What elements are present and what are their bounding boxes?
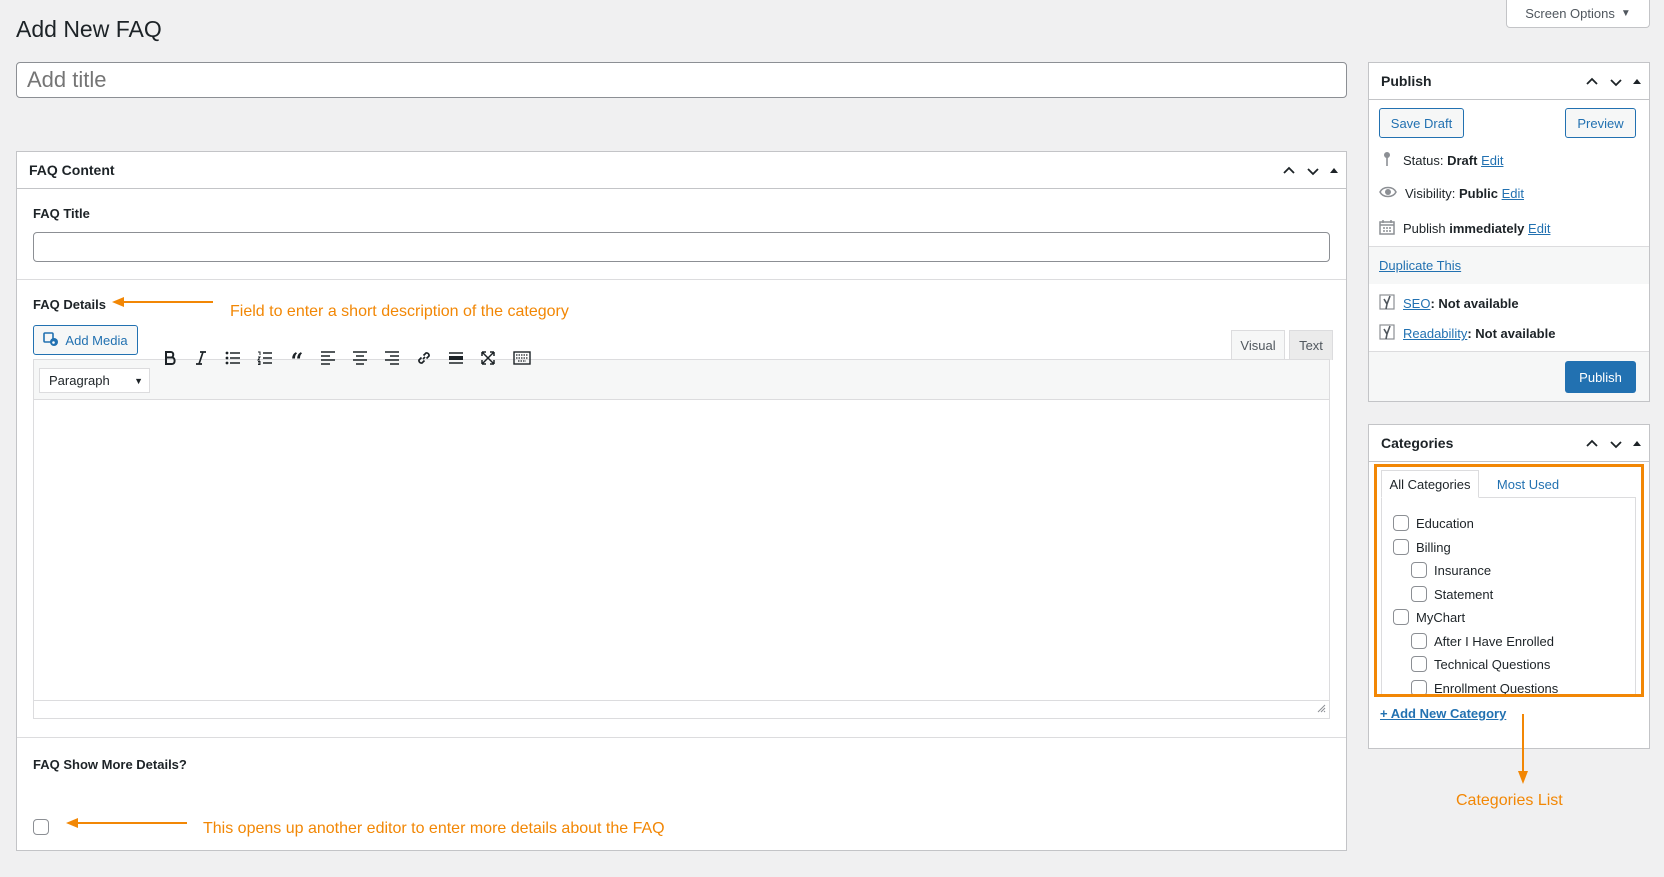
publish-value: immediately (1449, 221, 1525, 236)
align-center-icon[interactable] (350, 348, 370, 368)
bullet-list-icon[interactable] (223, 348, 243, 368)
fullscreen-icon[interactable] (478, 348, 498, 368)
post-title-input[interactable] (16, 62, 1347, 98)
readability-row: Readability: Not available (1379, 323, 1555, 344)
annotation-details: Field to enter a short description of th… (230, 303, 569, 320)
toolbar-toggle-icon[interactable] (512, 348, 532, 368)
yoast-icon (1379, 293, 1395, 314)
arrow-show-more-icon (66, 818, 187, 828)
publish-label: Publish (1403, 221, 1446, 236)
annotation-show-more: This opens up another editor to enter mo… (203, 820, 665, 837)
editor-wrap: Paragraph ▼ (33, 359, 1330, 719)
faq-title-label: FAQ Title (33, 206, 90, 221)
pin-icon (1379, 151, 1395, 170)
select-caret-icon: ▼ (134, 375, 143, 386)
visibility-label: Visibility: (1405, 186, 1456, 201)
arrow-details-icon (112, 297, 213, 307)
section-divider-2 (17, 737, 1346, 738)
calendar-icon (1379, 219, 1395, 238)
readability-link[interactable]: Readability (1403, 326, 1467, 341)
add-media-icon (43, 331, 59, 350)
status-label: Status: (1403, 153, 1444, 168)
status-value: Draft (1447, 153, 1478, 168)
read-more-icon[interactable] (446, 348, 466, 368)
blockquote-icon[interactable]: “ (287, 348, 307, 373)
tab-text[interactable]: Text (1289, 330, 1333, 360)
status-row: Status: Draft Edit (1379, 151, 1503, 170)
move-down-icon[interactable] (1607, 435, 1625, 453)
editor-content-area[interactable] (34, 400, 1329, 700)
faq-content-title: FAQ Content (29, 162, 115, 178)
edit-visibility-link[interactable]: Edit (1502, 186, 1524, 201)
seo-value: : Not available (1430, 296, 1519, 311)
move-down-icon[interactable] (1304, 162, 1322, 180)
yoast-icon (1379, 323, 1395, 344)
screen-options-button[interactable]: Screen Options ▼ (1506, 0, 1650, 28)
publish-title: Publish (1381, 73, 1432, 89)
link-icon[interactable] (414, 348, 434, 368)
section-divider (17, 279, 1346, 280)
eye-icon (1379, 185, 1397, 202)
seo-link[interactable]: SEO (1403, 296, 1430, 311)
faq-content-box: FAQ Content FAQ Title FAQ Details Add Me… (16, 151, 1347, 851)
add-media-button[interactable]: Add Media (33, 325, 138, 355)
save-draft-button[interactable]: Save Draft (1379, 108, 1464, 138)
categories-title: Categories (1381, 435, 1454, 451)
visibility-row: Visibility: Public Edit (1379, 185, 1524, 202)
tab-all-categories[interactable]: All Categories (1381, 470, 1479, 498)
align-right-icon[interactable] (382, 348, 402, 368)
arrow-categories-icon (1518, 714, 1528, 784)
screen-options-label: Screen Options (1525, 6, 1615, 21)
editor-statusbar (34, 700, 1329, 718)
caret-down-icon: ▼ (1620, 8, 1631, 19)
schedule-row: Publish immediately Edit (1379, 219, 1550, 238)
move-up-icon[interactable] (1583, 73, 1601, 91)
italic-icon[interactable] (191, 348, 211, 368)
seo-row: SEO: Not available (1379, 293, 1519, 314)
categories-highlight (1374, 464, 1644, 697)
collapse-toggle-icon[interactable] (1631, 76, 1643, 88)
page-title: Add New FAQ (16, 16, 162, 42)
collapse-toggle-icon[interactable] (1328, 165, 1340, 177)
show-more-checkbox[interactable] (33, 819, 49, 835)
bold-icon[interactable] (160, 348, 180, 368)
format-select-value: Paragraph (49, 373, 110, 388)
duplicate-section: Duplicate This (1369, 246, 1649, 284)
readability-value: : Not available (1467, 326, 1556, 341)
preview-button[interactable]: Preview (1565, 108, 1636, 138)
edit-schedule-link[interactable]: Edit (1528, 221, 1550, 236)
move-up-icon[interactable] (1583, 435, 1601, 453)
align-left-icon[interactable] (318, 348, 338, 368)
faq-content-header: FAQ Content (17, 152, 1346, 189)
duplicate-link[interactable]: Duplicate This (1379, 258, 1461, 273)
visibility-value: Public (1458, 186, 1498, 201)
move-down-icon[interactable] (1607, 73, 1625, 91)
add-new-category-link[interactable]: + Add New Category (1380, 706, 1506, 721)
add-media-label: Add Media (65, 332, 128, 348)
faq-details-label: FAQ Details (33, 297, 106, 312)
format-select[interactable]: Paragraph ▼ (39, 368, 150, 393)
publish-button[interactable]: Publish (1565, 361, 1636, 393)
publish-box: Publish Save Draft Preview Status: Draft… (1368, 62, 1650, 402)
numbered-list-icon[interactable] (255, 348, 275, 368)
move-up-icon[interactable] (1280, 162, 1298, 180)
collapse-toggle-icon[interactable] (1631, 438, 1643, 450)
annotation-categories: Categories List (1456, 792, 1563, 809)
faq-title-input[interactable] (33, 232, 1330, 262)
tab-visual[interactable]: Visual (1231, 330, 1285, 360)
resize-handle-icon[interactable] (1316, 701, 1326, 716)
show-more-label: FAQ Show More Details? (33, 757, 187, 772)
edit-status-link[interactable]: Edit (1481, 153, 1503, 168)
